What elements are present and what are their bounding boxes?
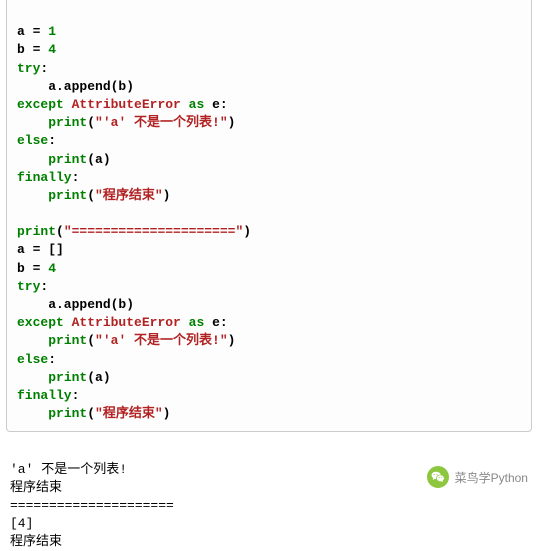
code-line: try:	[17, 61, 48, 76]
code-line: else:	[17, 133, 56, 148]
output-line: [4]	[10, 516, 33, 531]
output-block: 'a' 不是一个列表! 程序结束 ===================== […	[0, 438, 538, 551]
code-line: print("'a' 不是一个列表!")	[17, 115, 235, 130]
code-line: except AttributeError as e:	[17, 97, 228, 112]
code-line: print("'a' 不是一个列表!")	[17, 333, 235, 348]
code-line: a = 1	[17, 24, 56, 39]
watermark: 菜鸟学Python	[427, 466, 528, 488]
code-line: print(a)	[17, 370, 111, 385]
code-line: print(a)	[17, 152, 111, 167]
watermark-text: 菜鸟学Python	[455, 469, 528, 486]
wechat-icon	[427, 466, 449, 488]
code-line: try:	[17, 279, 48, 294]
code-line: print("程序结束")	[17, 406, 170, 421]
output-line: =====================	[10, 498, 174, 513]
code-line: finally:	[17, 388, 79, 403]
output-line: 程序结束	[10, 534, 62, 549]
output-line: 程序结束	[10, 480, 62, 495]
code-line: finally:	[17, 170, 79, 185]
output-line: 'a' 不是一个列表!	[10, 462, 127, 477]
code-line: b = 4	[17, 261, 56, 276]
code-line: except AttributeError as e:	[17, 315, 228, 330]
code-line: a.append(b)	[17, 297, 134, 312]
code-line: else:	[17, 352, 56, 367]
code-line: print("程序结束")	[17, 188, 170, 203]
code-line: b = 4	[17, 42, 56, 57]
code-block: a = 1 b = 4 try: a.append(b) except Attr…	[6, 0, 532, 432]
code-line: a = []	[17, 242, 64, 257]
code-line: a.append(b)	[17, 79, 134, 94]
code-line: print("=====================")	[17, 224, 251, 239]
